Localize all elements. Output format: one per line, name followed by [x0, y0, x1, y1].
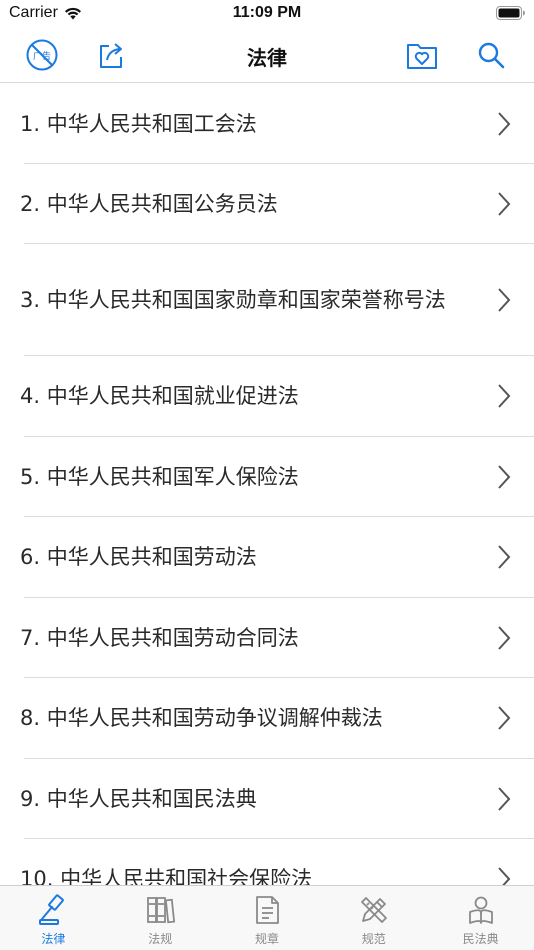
no-ads-icon: 广告	[26, 39, 58, 71]
chevron-right-icon	[498, 866, 511, 885]
books-icon	[147, 897, 176, 924]
battery-icon	[496, 6, 525, 20]
favorites-button[interactable]	[403, 36, 441, 74]
tab-label: 法规	[148, 932, 173, 946]
list-item[interactable]: 5. 中华人民共和国军人保险法	[20, 437, 534, 517]
list-item-label: 6. 中华人民共和国劳动法	[20, 545, 257, 569]
pencil-ruler-icon	[360, 897, 387, 923]
list-item[interactable]: 9. 中华人民共和国民法典	[20, 759, 534, 839]
chevron-right-icon	[498, 464, 511, 489]
list-item[interactable]: 3. 中华人民共和国国家勋章和国家荣誉称号法	[20, 244, 534, 356]
law-list: 1. 中华人民共和国工会法 2. 中华人民共和国公务员法 3. 中华人民共和国国…	[0, 84, 534, 885]
list-item[interactable]: 4. 中华人民共和国就业促进法	[20, 356, 534, 437]
tab-label: 民法典	[462, 932, 499, 946]
ad-icon-text: 广告	[33, 50, 51, 62]
chevron-right-icon	[498, 625, 511, 650]
list-item[interactable]: 7. 中华人民共和国劳动合同法	[20, 598, 534, 678]
folder-heart-icon	[407, 44, 437, 69]
chevron-right-icon	[498, 287, 511, 312]
list-item[interactable]: 8. 中华人民共和国劳动争议调解仲裁法	[20, 678, 534, 759]
reader-icon	[468, 896, 493, 924]
tab-standards[interactable]: 规范	[320, 886, 427, 950]
list-item-label: 9. 中华人民共和国民法典	[20, 786, 257, 811]
tab-civil-code[interactable]: 民法典	[427, 886, 534, 950]
tab-label: 规章	[254, 932, 279, 946]
chevron-right-icon	[498, 545, 511, 569]
tab-rules[interactable]: 规章	[214, 886, 321, 950]
search-icon	[478, 42, 505, 69]
navigation-bar: 广告 法律	[0, 28, 534, 83]
list-item-label: 7. 中华人民共和国劳动合同法	[20, 625, 299, 650]
chevron-right-icon	[498, 191, 511, 216]
list-item-label: 5. 中华人民共和国军人保险法	[20, 464, 299, 489]
tab-regulations[interactable]: 法规	[107, 886, 214, 950]
list-item[interactable]: 6. 中华人民共和国劳动法	[20, 517, 534, 598]
tab-label: 法律	[41, 932, 66, 946]
list-item-label: 8. 中华人民共和国劳动争议调解仲裁法	[20, 706, 383, 730]
share-button[interactable]	[92, 36, 130, 74]
status-carrier: Carrier	[9, 4, 82, 22]
chevron-right-icon	[498, 384, 511, 408]
document-icon	[256, 896, 279, 924]
list-item-label: 10. 中华人民共和国社会保险法	[20, 866, 313, 886]
share-icon	[100, 43, 122, 68]
tab-bar: 法律 法规 规章 规范 民法典	[0, 885, 534, 950]
list-item-label: 4. 中华人民共和国就业促进法	[20, 384, 299, 408]
list-item[interactable]: 2. 中华人民共和国公务员法	[20, 164, 534, 244]
chevron-right-icon	[498, 111, 511, 136]
carrier-label: Carrier	[9, 4, 58, 21]
list-item[interactable]: 10. 中华人民共和国社会保险法	[20, 839, 534, 885]
list-item-label: 2. 中华人民共和国公务员法	[20, 191, 278, 216]
remove-ads-button[interactable]: 广告	[23, 36, 61, 74]
list-item-label: 3. 中华人民共和国国家勋章和国家荣誉称号法	[20, 287, 446, 312]
tab-laws[interactable]: 法律	[0, 886, 107, 950]
tab-label: 规范	[361, 932, 386, 946]
wifi-icon	[64, 7, 81, 19]
page-title: 法律	[247, 46, 287, 70]
list-item[interactable]: 1. 中华人民共和国工会法	[20, 84, 534, 164]
chevron-right-icon	[498, 706, 511, 730]
search-button[interactable]	[472, 36, 510, 74]
status-bar: Carrier 11:09 PM	[0, 0, 534, 28]
gavel-icon	[39, 894, 65, 925]
chevron-right-icon	[498, 786, 511, 811]
list-item-label: 1. 中华人民共和国工会法	[20, 111, 257, 136]
